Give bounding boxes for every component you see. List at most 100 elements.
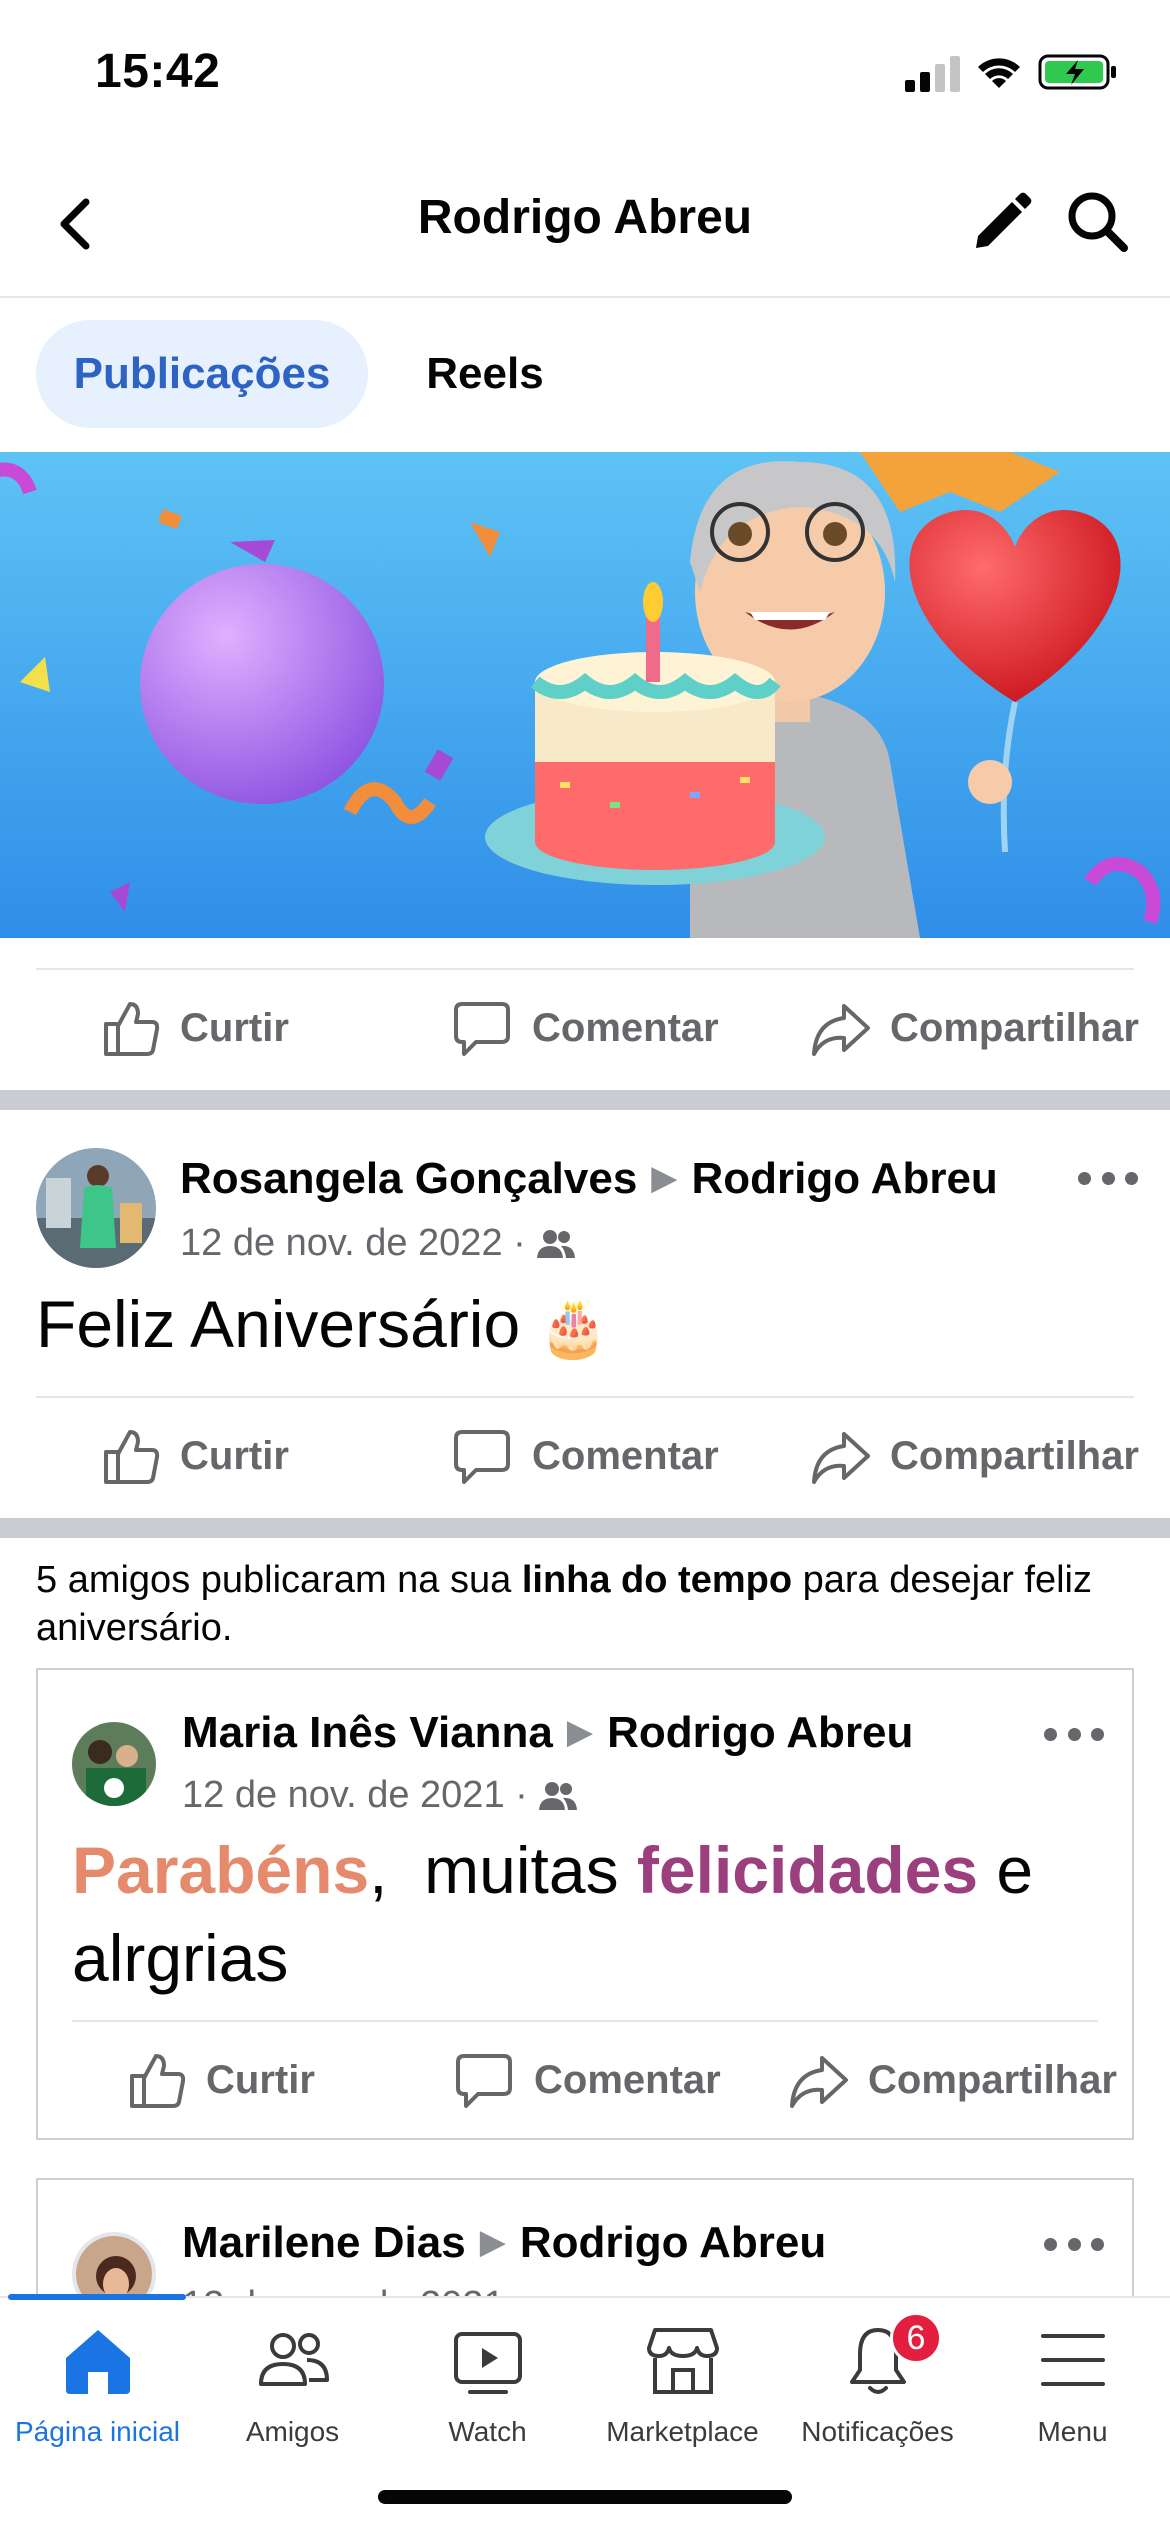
avatar-photo (72, 1722, 156, 1806)
more-options-icon[interactable] (1044, 2238, 1104, 2258)
author-name[interactable]: Maria Inês Vianna (182, 1708, 553, 1757)
share-label: Compartilhar (890, 1005, 1139, 1050)
post-text: Feliz Aniversário 🎂 (36, 1286, 608, 1362)
post-author-line: Marilene Dias ▶ Rodrigo Abreu (182, 2218, 826, 2268)
comment-label: Comentar (532, 1433, 719, 1478)
section-separator (0, 1518, 1170, 1538)
nav-watch-label: Watch (448, 2416, 527, 2447)
banner-action-bar: Curtir Comentar Compartilhar (0, 968, 1170, 1086)
arrow-right-icon: ▶ (566, 1713, 594, 1751)
post-rosangela: Rosangela Gonçalves ▶ Rodrigo Abreu 12 de … (0, 1110, 1170, 1512)
search-icon[interactable] (1062, 186, 1132, 256)
nav-menu-label: Menu (1037, 2416, 1108, 2447)
comment-bubble-icon (454, 1430, 510, 1484)
nav-marketplace[interactable]: Marketplace (585, 2320, 780, 2448)
friends-summary: 5 amigos publicaram na sua linha do temp… (36, 1556, 1136, 1652)
target-name[interactable]: Rodrigo Abreu (520, 2218, 826, 2267)
nav-watch[interactable]: Watch (390, 2320, 585, 2448)
like-label: Curtir (180, 1005, 289, 1050)
highlight-word-felicidades: felicidades (636, 1833, 979, 1907)
birthday-illustration (0, 452, 1170, 938)
like-label: Curtir (180, 1433, 289, 1478)
profile-tabs: Publicações Reels (0, 300, 1170, 450)
friends-audience-icon (536, 1229, 575, 1258)
tab-publicacoes[interactable]: Publicações (36, 320, 368, 428)
friends-audience-icon (538, 1781, 577, 1810)
nav-home-label: Página inicial (15, 2416, 180, 2447)
comment-bubble-icon (456, 2054, 512, 2108)
top-header: Rodrigo Abreu (0, 150, 1170, 298)
notification-count-badge: 6 (890, 2312, 942, 2364)
comment-button[interactable]: Comentar (450, 1418, 719, 1494)
author-name[interactable]: Rosangela Gonçalves (180, 1154, 637, 1203)
like-button[interactable]: Curtir (124, 2042, 315, 2118)
tab-reels[interactable]: Reels (390, 320, 580, 428)
post2-action-bar: Curtir Comentar Compartilhar (38, 2020, 1132, 2138)
post-meta: 12 de nov. de 2021 · (182, 1774, 578, 1817)
comment-label: Comentar (534, 2057, 721, 2102)
comment-button[interactable]: Comentar (452, 2042, 721, 2118)
divider (36, 968, 1134, 970)
like-label: Curtir (206, 2057, 315, 2102)
home-indicator (378, 2490, 792, 2504)
post-text-part: e (978, 1833, 1034, 1907)
post-author-line: Rosangela Gonçalves ▶ Rodrigo Abreu (180, 1154, 998, 1204)
share-label: Compartilhar (868, 2057, 1117, 2102)
share-button[interactable]: Compartilhar (808, 1418, 1139, 1494)
nav-notifications-label: Notificações (801, 2416, 954, 2447)
nav-notifications[interactable]: 6 Notificações (780, 2312, 975, 2448)
nav-friends[interactable]: Amigos (195, 2320, 390, 2448)
friends-icon (258, 2333, 329, 2386)
avatar[interactable] (36, 1148, 156, 1268)
cellular-signal-icon (905, 56, 960, 92)
wifi-icon (978, 58, 1020, 88)
nav-home[interactable]: Página inicial (0, 2320, 195, 2448)
section-separator (0, 1090, 1170, 1110)
share-button[interactable]: Compartilhar (808, 990, 1139, 1066)
post-author-line: Maria Inês Vianna ▶ Rodrigo Abreu (182, 1708, 913, 1758)
nav-marketplace-label: Marketplace (606, 2416, 759, 2447)
post-text-content: Feliz Aniversário (36, 1287, 521, 1361)
post-card-maria: Maria Inês Vianna ▶ Rodrigo Abreu 12 de no… (36, 1668, 1134, 2140)
comment-label: Comentar (532, 1005, 719, 1050)
thumbs-up-icon (130, 2054, 186, 2108)
share-button[interactable]: Compartilhar (786, 2042, 1117, 2118)
comment-button[interactable]: Comentar (450, 990, 719, 1066)
post-text: Parabéns, muitas felicidades e alrgrias (72, 1826, 1033, 2002)
target-name[interactable]: Rodrigo Abreu (691, 1154, 997, 1203)
avatar[interactable] (72, 1722, 156, 1806)
avatar-photo (36, 1148, 156, 1268)
pencil-icon[interactable] (968, 188, 1034, 254)
timeline-link[interactable]: linha do tempo (522, 1559, 792, 1601)
arrow-right-icon: ▶ (479, 2223, 506, 2261)
more-options-icon[interactable] (1044, 1728, 1104, 1748)
watch-video-icon (453, 2332, 522, 2394)
thumbs-up-icon (104, 1002, 160, 1056)
birthday-banner-image[interactable] (0, 452, 1170, 938)
post-meta: 12 de nov. de 2022 · (180, 1222, 576, 1265)
hamburger-menu-icon (1040, 2334, 1105, 2386)
summary-prefix: 5 amigos publicaram na sua (36, 1559, 522, 1601)
divider (72, 2020, 1098, 2022)
more-options-icon[interactable] (1078, 1172, 1138, 1192)
marketplace-store-icon (646, 2328, 719, 2394)
share-arrow-icon (812, 1004, 870, 1056)
status-time: 15:42 (95, 45, 221, 98)
arrow-right-icon: ▶ (651, 1159, 678, 1197)
thumbs-up-icon (104, 1430, 160, 1484)
home-icon (65, 2330, 130, 2394)
like-button[interactable]: Curtir (98, 1418, 289, 1494)
share-label: Compartilhar (890, 1433, 1139, 1478)
cake-emoji: 🎂 (538, 1296, 609, 1359)
like-button[interactable]: Curtir (98, 990, 289, 1066)
author-name[interactable]: Marilene Dias (182, 2218, 466, 2267)
post-date: 12 de nov. de 2022 · (180, 1222, 526, 1264)
comment-bubble-icon (454, 1002, 510, 1056)
post1-action-bar: Curtir Comentar Compartilhar (0, 1396, 1170, 1514)
target-name[interactable]: Rodrigo Abreu (607, 1708, 913, 1757)
nav-menu[interactable]: Menu (975, 2320, 1170, 2448)
post-text-line2: alrgrias (72, 1921, 289, 1995)
divider (36, 1396, 1134, 1398)
post-text-part: , muitas (369, 1833, 637, 1907)
post-date: 12 de nov. de 2021 · (182, 1774, 528, 1816)
